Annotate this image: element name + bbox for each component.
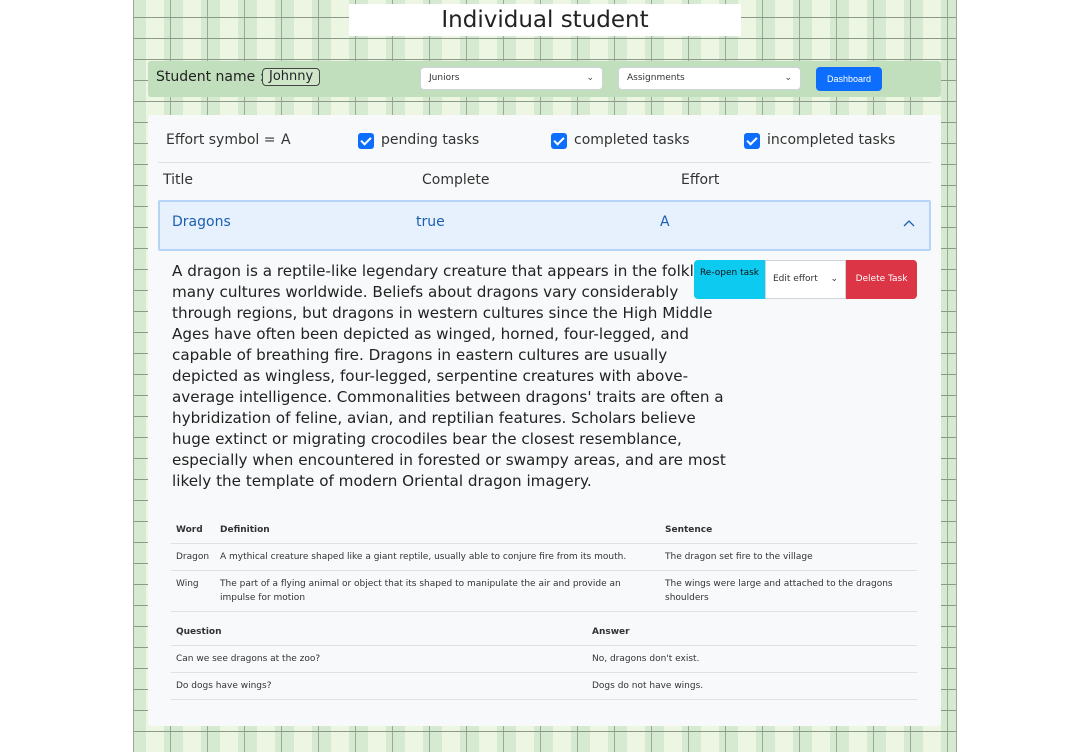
effort-symbol-value: A: [281, 132, 291, 148]
table-header-row: Word Definition Sentence: [171, 517, 917, 544]
header-answer: Answer: [587, 619, 917, 646]
incompleted-checkbox[interactable]: [744, 133, 760, 149]
task-description: A dragon is a reptile-like legendary cre…: [172, 262, 738, 490]
chevron-down-icon: ⌄: [586, 73, 594, 83]
group-select-value: Juniors: [429, 73, 460, 83]
divider: [158, 162, 931, 163]
completed-label: completed tasks: [574, 132, 690, 148]
completed-checkbox[interactable]: [551, 133, 567, 149]
incompleted-label: incompleted tasks: [767, 132, 896, 148]
student-name-label: Student name :: [156, 69, 265, 85]
chevron-down-icon: ⌄: [784, 73, 792, 83]
vocab-word: Dragon: [171, 543, 215, 571]
table-row: Wing The part of a flying animal or obje…: [171, 570, 917, 612]
reopen-task-button[interactable]: Re-open task: [694, 260, 765, 299]
vocabulary-table: Word Definition Sentence Dragon A mythic…: [171, 517, 917, 612]
edit-effort-label: Edit effort: [773, 274, 818, 284]
column-header-title: Title: [163, 172, 194, 188]
edit-effort-select[interactable]: Edit effort ⌄: [765, 260, 846, 299]
vocab-definition: The part of a flying animal or object th…: [215, 570, 660, 612]
table-header-row: Question Answer: [171, 619, 917, 646]
vocab-definition: A mythical creature shaped like a giant …: [215, 543, 660, 571]
pending-label: pending tasks: [381, 132, 480, 148]
student-toolbar: Student name : Johnny Juniors ⌄ Assignme…: [148, 61, 941, 97]
assignment-select[interactable]: Assignments ⌄: [618, 67, 801, 90]
effort-symbol-label: Effort symbol =: [166, 132, 276, 148]
task-row-dragons[interactable]: Dragons true A: [158, 200, 931, 251]
task-title: Dragons: [172, 214, 231, 230]
chevron-up-icon[interactable]: [903, 216, 915, 230]
qa-question: Do dogs have wings?: [171, 672, 587, 700]
table-row: Dragon A mythical creature shaped like a…: [171, 543, 917, 571]
table-row: Do dogs have wings? Dogs do not have win…: [171, 672, 917, 700]
pending-checkbox[interactable]: [358, 133, 374, 149]
qa-question: Can we see dragons at the zoo?: [171, 645, 587, 673]
chevron-down-icon: ⌄: [830, 274, 838, 284]
filter-bar: Effort symbol = A pending tasks complete…: [148, 115, 941, 163]
header-sentence: Sentence: [660, 517, 917, 544]
student-name-field[interactable]: Johnny: [262, 68, 321, 86]
question-answer-table: Question Answer Can we see dragons at th…: [171, 619, 917, 700]
header-word: Word: [171, 517, 215, 544]
dashboard-button[interactable]: Dashboard: [816, 67, 882, 91]
vocab-sentence: The dragon set fire to the village: [660, 543, 917, 571]
column-header-complete: Complete: [422, 172, 490, 188]
header-definition: Definition: [215, 517, 660, 544]
table-row: Can we see dragons at the zoo? No, drago…: [171, 645, 917, 673]
task-effort: A: [660, 214, 670, 230]
header-question: Question: [171, 619, 587, 646]
task-card: Effort symbol = A pending tasks complete…: [148, 115, 941, 726]
delete-task-button[interactable]: Delete Task: [846, 260, 917, 299]
task-actions: Re-open task Edit effort ⌄ Delete Task: [694, 260, 917, 299]
qa-answer: Dogs do not have wings.: [587, 672, 917, 700]
vocab-sentence: The wings were large and attached to the…: [660, 570, 917, 612]
assignment-select-value: Assignments: [627, 73, 685, 83]
group-select[interactable]: Juniors ⌄: [420, 67, 603, 90]
page-title: Individual student: [349, 4, 741, 36]
task-complete: true: [416, 214, 445, 230]
column-header-effort: Effort: [681, 172, 720, 188]
qa-answer: No, dragons don't exist.: [587, 645, 917, 673]
vocab-word: Wing: [171, 570, 215, 612]
